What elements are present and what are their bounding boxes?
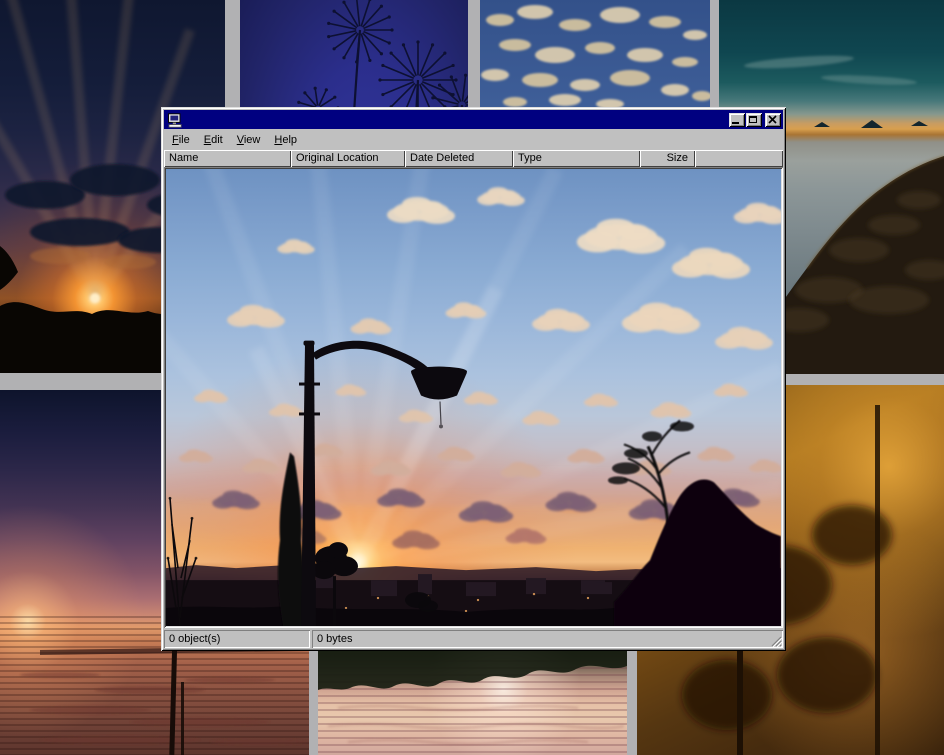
- menu-file[interactable]: File: [165, 132, 197, 148]
- status-objects: 0 object(s): [164, 630, 310, 648]
- close-button[interactable]: [765, 113, 781, 127]
- column-headers: Name Original Location Date Deleted Type…: [164, 150, 783, 167]
- menu-view[interactable]: View: [230, 132, 268, 148]
- maximize-icon: [749, 116, 757, 123]
- street-lamp-sunset-graphic: [166, 169, 781, 626]
- status-bar: 0 object(s) 0 bytes: [164, 628, 783, 648]
- resize-grip-icon[interactable]: [769, 634, 782, 647]
- viewer-photo-street-lamp-sunset: [166, 169, 781, 626]
- column-original-location[interactable]: Original Location: [291, 150, 405, 167]
- column-date-deleted[interactable]: Date Deleted: [405, 150, 513, 167]
- status-size: 0 bytes: [312, 630, 783, 648]
- minimize-icon: [732, 122, 739, 124]
- close-icon: [768, 115, 777, 124]
- column-type[interactable]: Type: [513, 150, 640, 167]
- titlebar[interactable]: [164, 110, 783, 129]
- column-size[interactable]: Size: [640, 150, 695, 167]
- menu-help[interactable]: Help: [267, 132, 304, 148]
- recycle-bin-window: File Edit View Help Name Original Locati…: [161, 107, 786, 651]
- maximize-button[interactable]: [746, 113, 762, 127]
- computer-icon: [167, 113, 183, 128]
- column-blank[interactable]: [695, 150, 783, 167]
- menu-edit[interactable]: Edit: [197, 132, 230, 148]
- minimize-button[interactable]: [729, 113, 745, 127]
- list-viewport[interactable]: [164, 167, 783, 628]
- desktop: File Edit View Help Name Original Locati…: [0, 0, 944, 755]
- menu-bar: File Edit View Help: [164, 129, 783, 150]
- column-name[interactable]: Name: [164, 150, 291, 167]
